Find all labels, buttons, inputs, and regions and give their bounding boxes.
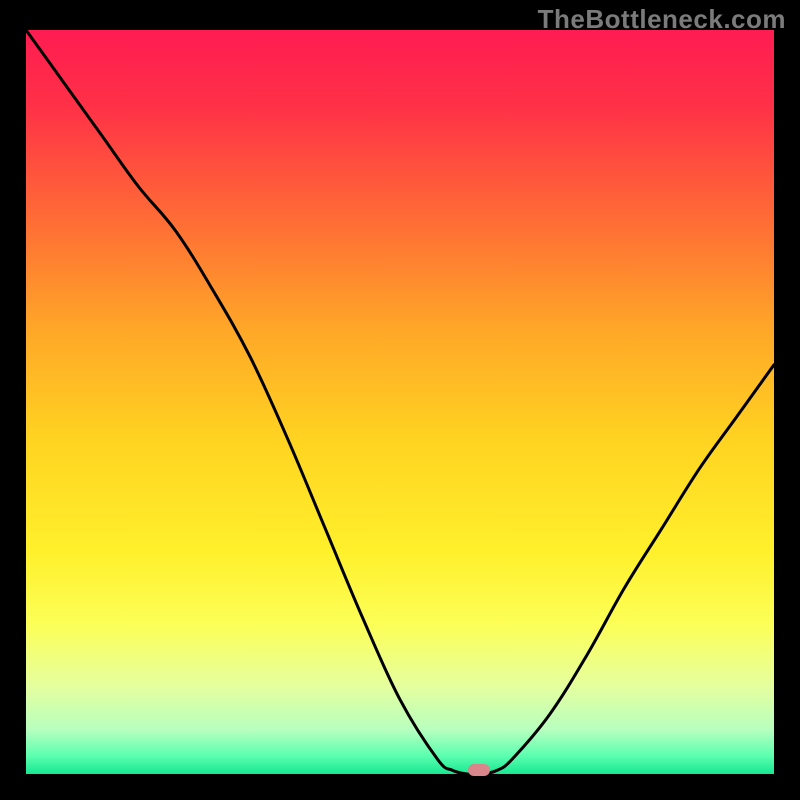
minimum-marker [468, 764, 490, 776]
plot-area [26, 30, 774, 774]
background-gradient [26, 30, 774, 774]
chart-container: TheBottleneck.com [0, 0, 800, 800]
